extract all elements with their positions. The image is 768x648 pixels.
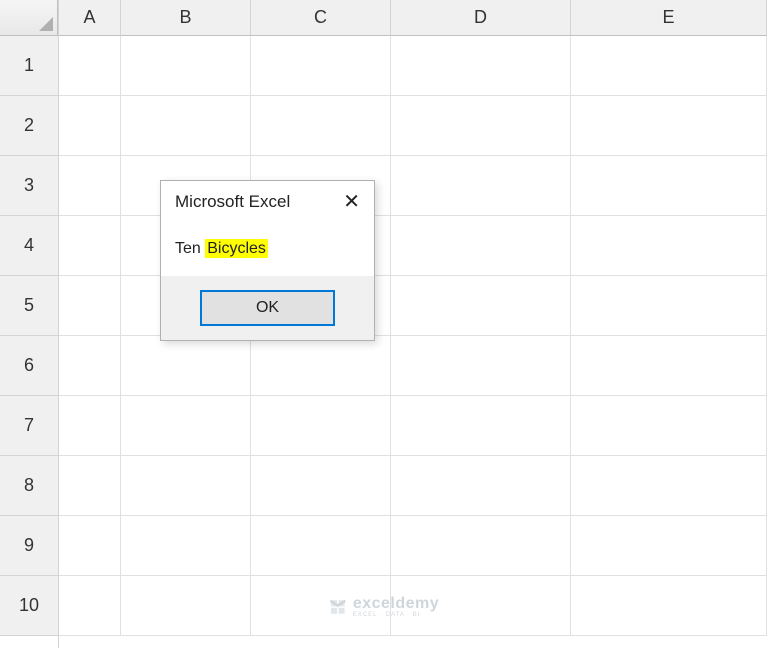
watermark-text: exceldemy EXCEL · DATA · BI [353,596,439,618]
row-header-1[interactable]: 1 [0,36,58,96]
col-header-c[interactable]: C [251,0,391,36]
spreadsheet: 1 2 3 4 5 6 7 8 9 10 A B C D E [0,0,768,648]
message-text-highlight: Bicycles [205,239,268,258]
col-header-e[interactable]: E [571,0,767,36]
cells-grid[interactable] [59,36,768,648]
row-header-10[interactable]: 10 [0,576,58,636]
col-header-d[interactable]: D [391,0,571,36]
message-text-prefix: Ten [175,240,201,257]
select-all-corner[interactable] [0,0,58,36]
row-headers-column: 1 2 3 4 5 6 7 8 9 10 [0,0,59,648]
row-header-3[interactable]: 3 [0,156,58,216]
col-header-b[interactable]: B [121,0,251,36]
watermark-sub: EXCEL · DATA · BI [353,612,439,618]
close-icon[interactable]: ✕ [339,189,364,214]
watermark-main: exceldemy [353,596,439,612]
message-box-dialog: Microsoft Excel ✕ Ten Bicycles OK [160,180,375,341]
row-header-5[interactable]: 5 [0,276,58,336]
col-header-a[interactable]: A [59,0,121,36]
row-header-2[interactable]: 2 [0,96,58,156]
dialog-footer: OK [161,276,374,340]
dialog-message: Ten Bicycles [161,222,374,276]
row-header-7[interactable]: 7 [0,396,58,456]
watermark-logo-icon [329,598,347,616]
column-headers-row: A B C D E [59,0,768,36]
watermark: exceldemy EXCEL · DATA · BI [329,596,439,618]
row-header-8[interactable]: 8 [0,456,58,516]
dialog-titlebar[interactable]: Microsoft Excel ✕ [161,181,374,222]
ok-button[interactable]: OK [200,290,335,326]
row-header-4[interactable]: 4 [0,216,58,276]
dialog-title: Microsoft Excel [175,192,290,212]
row-header-9[interactable]: 9 [0,516,58,576]
row-header-6[interactable]: 6 [0,336,58,396]
